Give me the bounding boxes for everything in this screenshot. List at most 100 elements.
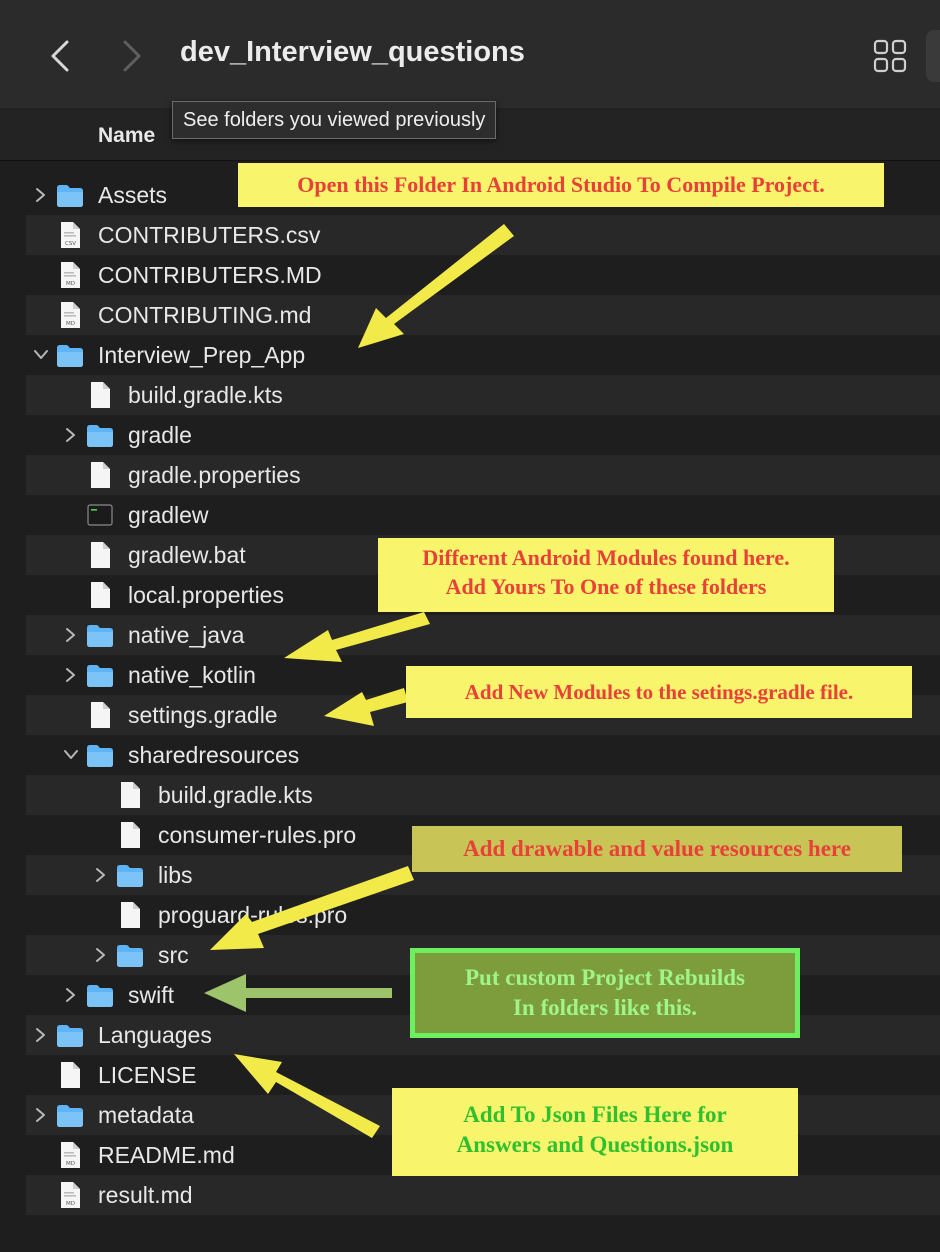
- folder-icon: [86, 981, 114, 1009]
- file-icon: [86, 381, 114, 409]
- svg-text:MD: MD: [66, 1201, 75, 1207]
- file-row[interactable]: build.gradle.kts: [26, 775, 940, 815]
- row-label: build.gradle.kts: [158, 782, 313, 808]
- row-label: consumer-rules.pro: [158, 822, 357, 848]
- finder-toolbar: dev_Interview_questions: [0, 0, 940, 109]
- row-label: metadata: [98, 1102, 194, 1128]
- folder-icon: [56, 181, 84, 209]
- folder-row[interactable]: sharedresources: [26, 735, 940, 775]
- row-label: sharedresources: [128, 742, 300, 768]
- svg-text:MD: MD: [66, 281, 75, 287]
- csv-file-icon: CSV: [56, 221, 84, 249]
- svg-text:CSV: CSV: [65, 241, 76, 247]
- file-row[interactable]: MD CONTRIBUTERS.MD: [26, 255, 940, 295]
- chevron-right-icon[interactable]: [92, 935, 110, 975]
- row-label: CONTRIBUTING.md: [98, 302, 312, 328]
- folder-row[interactable]: Interview_Prep_App: [26, 335, 940, 375]
- note-json-files: Add To Json Files Here for Answers and Q…: [392, 1088, 798, 1176]
- row-label: native_kotlin: [128, 662, 256, 688]
- row-label: gradlew: [128, 502, 209, 528]
- chevron-left-icon: [51, 40, 69, 72]
- chevron-right-icon[interactable]: [32, 1095, 50, 1135]
- md-file-icon: MD: [56, 261, 84, 289]
- grid-view-icon: [873, 39, 907, 73]
- folder-icon: [56, 1101, 84, 1129]
- file-row[interactable]: CSV CONTRIBUTERS.csv: [26, 215, 940, 255]
- note-resources: Add drawable and value resources here: [412, 826, 902, 872]
- folder-row[interactable]: native_java: [26, 615, 940, 655]
- folder-row[interactable]: gradle: [26, 415, 940, 455]
- name-column-header[interactable]: Name: [98, 124, 155, 148]
- chevron-right-icon: [123, 40, 141, 72]
- folder-icon: [56, 341, 84, 369]
- note-rebuilds-line2: In folders like this.: [512, 994, 698, 1020]
- row-label: build.gradle.kts: [128, 382, 283, 408]
- file-row[interactable]: MD result.md: [26, 1175, 940, 1215]
- file-icon: [86, 581, 114, 609]
- folder-icon: [86, 661, 114, 689]
- row-label: gradlew.bat: [128, 542, 246, 568]
- file-row[interactable]: build.gradle.kts: [26, 375, 940, 415]
- chevron-right-icon[interactable]: [62, 615, 80, 655]
- chevron-right-icon[interactable]: [62, 975, 80, 1015]
- chevron-right-icon[interactable]: [32, 1015, 50, 1055]
- row-label: src: [158, 942, 189, 968]
- view-grid-button[interactable]: [872, 38, 908, 74]
- file-icon: [86, 461, 114, 489]
- folder-icon: [116, 941, 144, 969]
- file-icon: [56, 1061, 84, 1089]
- folder-icon: [56, 1021, 84, 1049]
- row-label: Interview_Prep_App: [98, 342, 306, 368]
- forward-button[interactable]: [118, 36, 146, 76]
- row-label: Assets: [98, 182, 168, 208]
- file-icon: [86, 541, 114, 569]
- row-label: README.md: [98, 1142, 235, 1168]
- row-label: gradle: [128, 422, 192, 448]
- note-modules-line2: Add Yours To One of these folders: [445, 573, 767, 599]
- file-icon: [116, 821, 144, 849]
- folder-icon: [86, 621, 114, 649]
- svg-text:MD: MD: [66, 1161, 75, 1167]
- window-title: dev_Interview_questions: [180, 36, 525, 68]
- row-label: settings.gradle: [128, 702, 278, 728]
- row-label: native_java: [128, 622, 245, 648]
- row-label: gradle.properties: [128, 462, 301, 488]
- row-label: local.properties: [128, 582, 284, 608]
- note-settings-gradle: Add New Modules to the setings.gradle fi…: [406, 666, 912, 718]
- file-row[interactable]: gradlew: [26, 495, 940, 535]
- row-label: Languages: [98, 1022, 212, 1048]
- row-label: libs: [158, 862, 193, 888]
- note-rebuilds-line1: Put custom Project Rebuilds: [464, 965, 746, 990]
- note-android-modules: Different Android Modules found here. Ad…: [378, 538, 834, 612]
- chevron-right-icon[interactable]: [92, 855, 110, 895]
- md-file-icon: MD: [56, 1181, 84, 1209]
- file-row[interactable]: gradle.properties: [26, 455, 940, 495]
- md-file-icon: MD: [56, 1141, 84, 1169]
- chevron-right-icon[interactable]: [62, 415, 80, 455]
- note-modules-line1: Different Android Modules found here.: [422, 545, 790, 570]
- file-row[interactable]: proguard-rules.pro: [26, 895, 940, 935]
- file-row[interactable]: MD CONTRIBUTING.md: [26, 295, 940, 335]
- toolbar-overflow-button[interactable]: [926, 30, 940, 82]
- folder-icon: [116, 861, 144, 889]
- back-tooltip: See folders you viewed previously: [172, 101, 497, 139]
- note-rebuilds: Put custom Project Rebuilds In folders l…: [410, 948, 800, 1038]
- note-json-line1: Add To Json Files Here for: [463, 1102, 727, 1127]
- chevron-right-icon[interactable]: [62, 655, 80, 695]
- folder-icon: [86, 421, 114, 449]
- row-label: result.md: [98, 1182, 193, 1208]
- md-file-icon: MD: [56, 301, 84, 329]
- note-json-line2: Answers and Questions.json: [456, 1131, 734, 1157]
- note-open-folder: Open this Folder In Android Studio To Co…: [238, 163, 884, 207]
- chevron-down-icon[interactable]: [62, 735, 80, 775]
- row-label: proguard-rules.pro: [158, 902, 348, 928]
- chevron-right-icon[interactable]: [32, 175, 50, 215]
- file-icon: [116, 901, 144, 929]
- file-icon: [86, 701, 114, 729]
- back-button[interactable]: [46, 36, 74, 76]
- svg-text:MD: MD: [66, 321, 75, 327]
- row-label: swift: [128, 982, 174, 1008]
- row-label: CONTRIBUTERS.MD: [98, 262, 322, 288]
- row-label: CONTRIBUTERS.csv: [98, 222, 321, 248]
- chevron-down-icon[interactable]: [32, 335, 50, 375]
